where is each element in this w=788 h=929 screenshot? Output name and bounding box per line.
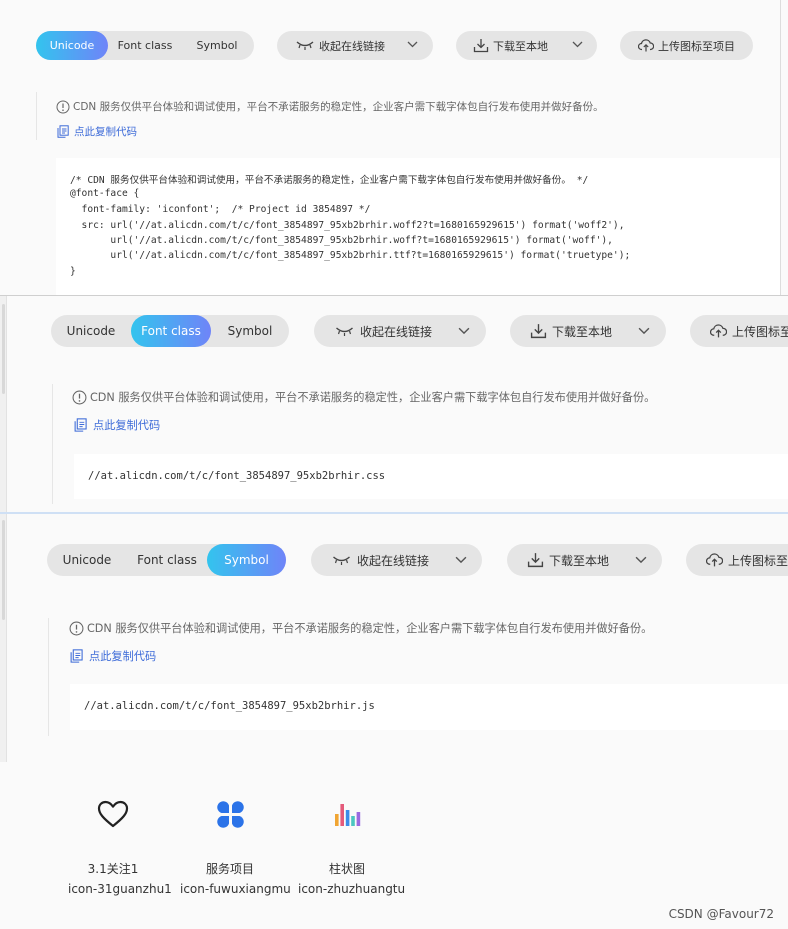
cdn-notice-text: CDN 服务仅供平台体验和调试使用，平台不承诺服务的稳定性，企业客户需下载字体包… (90, 391, 656, 404)
code-line: src: url('//at.alicdn.com/t/c/font_38548… (70, 220, 625, 231)
scrollbar[interactable] (0, 296, 7, 512)
copy-icon (57, 125, 69, 138)
tab-unicode[interactable]: Unicode (51, 315, 131, 347)
download-local-label: 下载至本地 (552, 325, 613, 339)
closed-eye-icon (331, 554, 352, 566)
tab-switcher: Unicode Font class Symbol (47, 544, 286, 576)
icon-card[interactable]: 柱状图 icon-zhuzhuangtu (298, 762, 406, 902)
tab-font-class[interactable]: Font class (110, 31, 180, 60)
code-block: //at.alicdn.com/t/c/font_3854897_95xb2br… (74, 454, 788, 499)
heart-outline-icon (95, 798, 131, 830)
panel-font-class: Unicode Font class Symbol 收起在线链接 下载至本地 上… (0, 295, 788, 512)
collapse-online-link-button[interactable]: 收起在线链接 (277, 31, 433, 60)
collapse-online-link-button[interactable]: 收起在线链接 (314, 315, 486, 347)
chevron-down-icon (572, 41, 583, 48)
chevron-down-icon (458, 327, 470, 335)
upload-to-project-label: 上传图标至项目 (658, 40, 735, 53)
code-line: /* CDN 服务仅供平台体验和调试使用，平台不承诺服务的稳定性，企业客户需下载… (70, 175, 589, 186)
copy-code-link[interactable]: 点此复制代码 (57, 124, 137, 139)
icon-name: 3.1关注1 (87, 862, 139, 876)
scrollbar-thumb[interactable] (2, 304, 5, 394)
code-line: url('//at.alicdn.com/t/c/font_3854897_95… (70, 250, 631, 261)
tab-switcher: Unicode Font class Symbol (36, 31, 254, 60)
divider (48, 618, 49, 736)
panel-unicode: Unicode Font class Symbol 收起在线链接 下载至本地 上… (0, 0, 781, 295)
chevron-down-icon (638, 327, 650, 335)
icon-card[interactable]: 3.1关注1 icon-31guanzhu1 (68, 762, 172, 902)
code-block: //at.alicdn.com/t/c/font_3854897_95xb2br… (70, 684, 788, 730)
cdn-notice: CDN 服务仅供平台体验和调试使用，平台不承诺服务的稳定性，企业客户需下载字体包… (69, 620, 652, 636)
download-local-label: 下载至本地 (493, 40, 548, 53)
collapse-online-link-label: 收起在线链接 (360, 325, 433, 339)
download-icon (527, 552, 544, 568)
scrollbar-thumb[interactable] (2, 520, 5, 620)
copy-icon (74, 418, 87, 432)
download-local-button[interactable]: 下载至本地 (510, 315, 666, 347)
copy-code-link[interactable]: 点此复制代码 (70, 648, 156, 664)
tab-font-class[interactable]: Font class (131, 315, 211, 347)
four-petal-clover-icon (214, 798, 246, 830)
tab-font-class[interactable]: Font class (127, 544, 207, 576)
chevron-down-icon (635, 556, 647, 564)
icon-code: icon-fuwuxiangmu (180, 882, 291, 896)
icon-code: icon-31guanzhu1 (68, 882, 172, 896)
chevron-down-icon (407, 41, 418, 48)
icon-code: icon-zhuzhuangtu (298, 882, 406, 896)
code-line: //at.alicdn.com/t/c/font_3854897_95xb2br… (88, 470, 386, 482)
code-line: //at.alicdn.com/t/c/font_3854897_95xb2br… (84, 700, 375, 712)
info-icon (72, 390, 87, 405)
icon-name: 柱状图 (328, 862, 365, 876)
code-line: } (70, 266, 76, 277)
tab-unicode[interactable]: Unicode (36, 31, 108, 60)
upload-to-project-label: 上传图标至 (732, 325, 788, 339)
info-icon (56, 100, 70, 114)
tab-symbol[interactable]: Symbol (211, 315, 289, 347)
code-line: url('//at.alicdn.com/t/c/font_3854897_95… (70, 235, 613, 246)
copy-code-label: 点此复制代码 (93, 419, 161, 432)
download-local-button[interactable]: 下载至本地 (507, 544, 662, 576)
collapse-online-link-button[interactable]: 收起在线链接 (311, 544, 482, 576)
upload-to-project-button[interactable]: 上传图标至 (690, 315, 788, 347)
upload-to-project-button[interactable]: 上传图标至项目 (620, 31, 753, 60)
scrollbar[interactable] (0, 514, 7, 762)
tab-unicode[interactable]: Unicode (47, 544, 127, 576)
cdn-notice: CDN 服务仅供平台体验和调试使用，平台不承诺服务的稳定性，企业客户需下载字体包… (56, 99, 604, 114)
collapse-online-link-label: 收起在线链接 (319, 40, 385, 53)
cdn-notice-text: CDN 服务仅供平台体验和调试使用，平台不承诺服务的稳定性，企业客户需下载字体包… (87, 622, 653, 635)
copy-code-label: 点此复制代码 (89, 650, 157, 663)
download-icon (473, 38, 489, 53)
upload-to-project-button[interactable]: 上传图标至 (686, 544, 788, 576)
copy-code-link[interactable]: 点此复制代码 (74, 417, 160, 433)
bar-chart-icon (331, 798, 363, 830)
chevron-down-icon (455, 556, 467, 564)
tab-symbol[interactable]: Symbol (182, 31, 252, 60)
icon-grid: 3.1关注1 icon-31guanzhu1 服务项目 icon-fuwuxia… (0, 762, 788, 929)
code-line: font-family: 'iconfont'; /* Project id 3… (70, 204, 371, 215)
divider (36, 92, 37, 140)
cloud-upload-icon (710, 324, 727, 338)
download-icon (530, 323, 547, 339)
download-local-button[interactable]: 下载至本地 (456, 31, 597, 60)
info-icon (69, 621, 84, 636)
closed-eye-icon (295, 39, 315, 51)
download-local-label: 下载至本地 (549, 554, 610, 568)
divider (52, 384, 53, 504)
copy-icon (70, 649, 83, 663)
code-line: @font-face { (70, 188, 140, 199)
upload-to-project-label: 上传图标至 (728, 554, 788, 568)
watermark: CSDN @Favour72 (668, 907, 774, 921)
icon-card[interactable]: 服务项目 icon-fuwuxiangmu (180, 762, 291, 902)
collapse-online-link-label: 收起在线链接 (357, 554, 430, 568)
panel-symbol: Unicode Font class Symbol 收起在线链接 下载至本地 上… (0, 512, 788, 762)
code-block: /* CDN 服务仅供平台体验和调试使用，平台不承诺服务的稳定性，企业客户需下载… (56, 158, 780, 295)
cdn-notice-text: CDN 服务仅供平台体验和调试使用，平台不承诺服务的稳定性，企业客户需下载字体包… (73, 101, 604, 113)
cloud-upload-icon (638, 39, 654, 52)
tab-symbol[interactable]: Symbol (207, 544, 286, 576)
tab-switcher: Unicode Font class Symbol (51, 315, 289, 347)
cloud-upload-icon (706, 553, 723, 567)
cdn-notice: CDN 服务仅供平台体验和调试使用，平台不承诺服务的稳定性，企业客户需下载字体包… (72, 389, 655, 405)
copy-code-label: 点此复制代码 (74, 126, 137, 138)
closed-eye-icon (334, 325, 355, 337)
icon-name: 服务项目 (205, 862, 254, 876)
